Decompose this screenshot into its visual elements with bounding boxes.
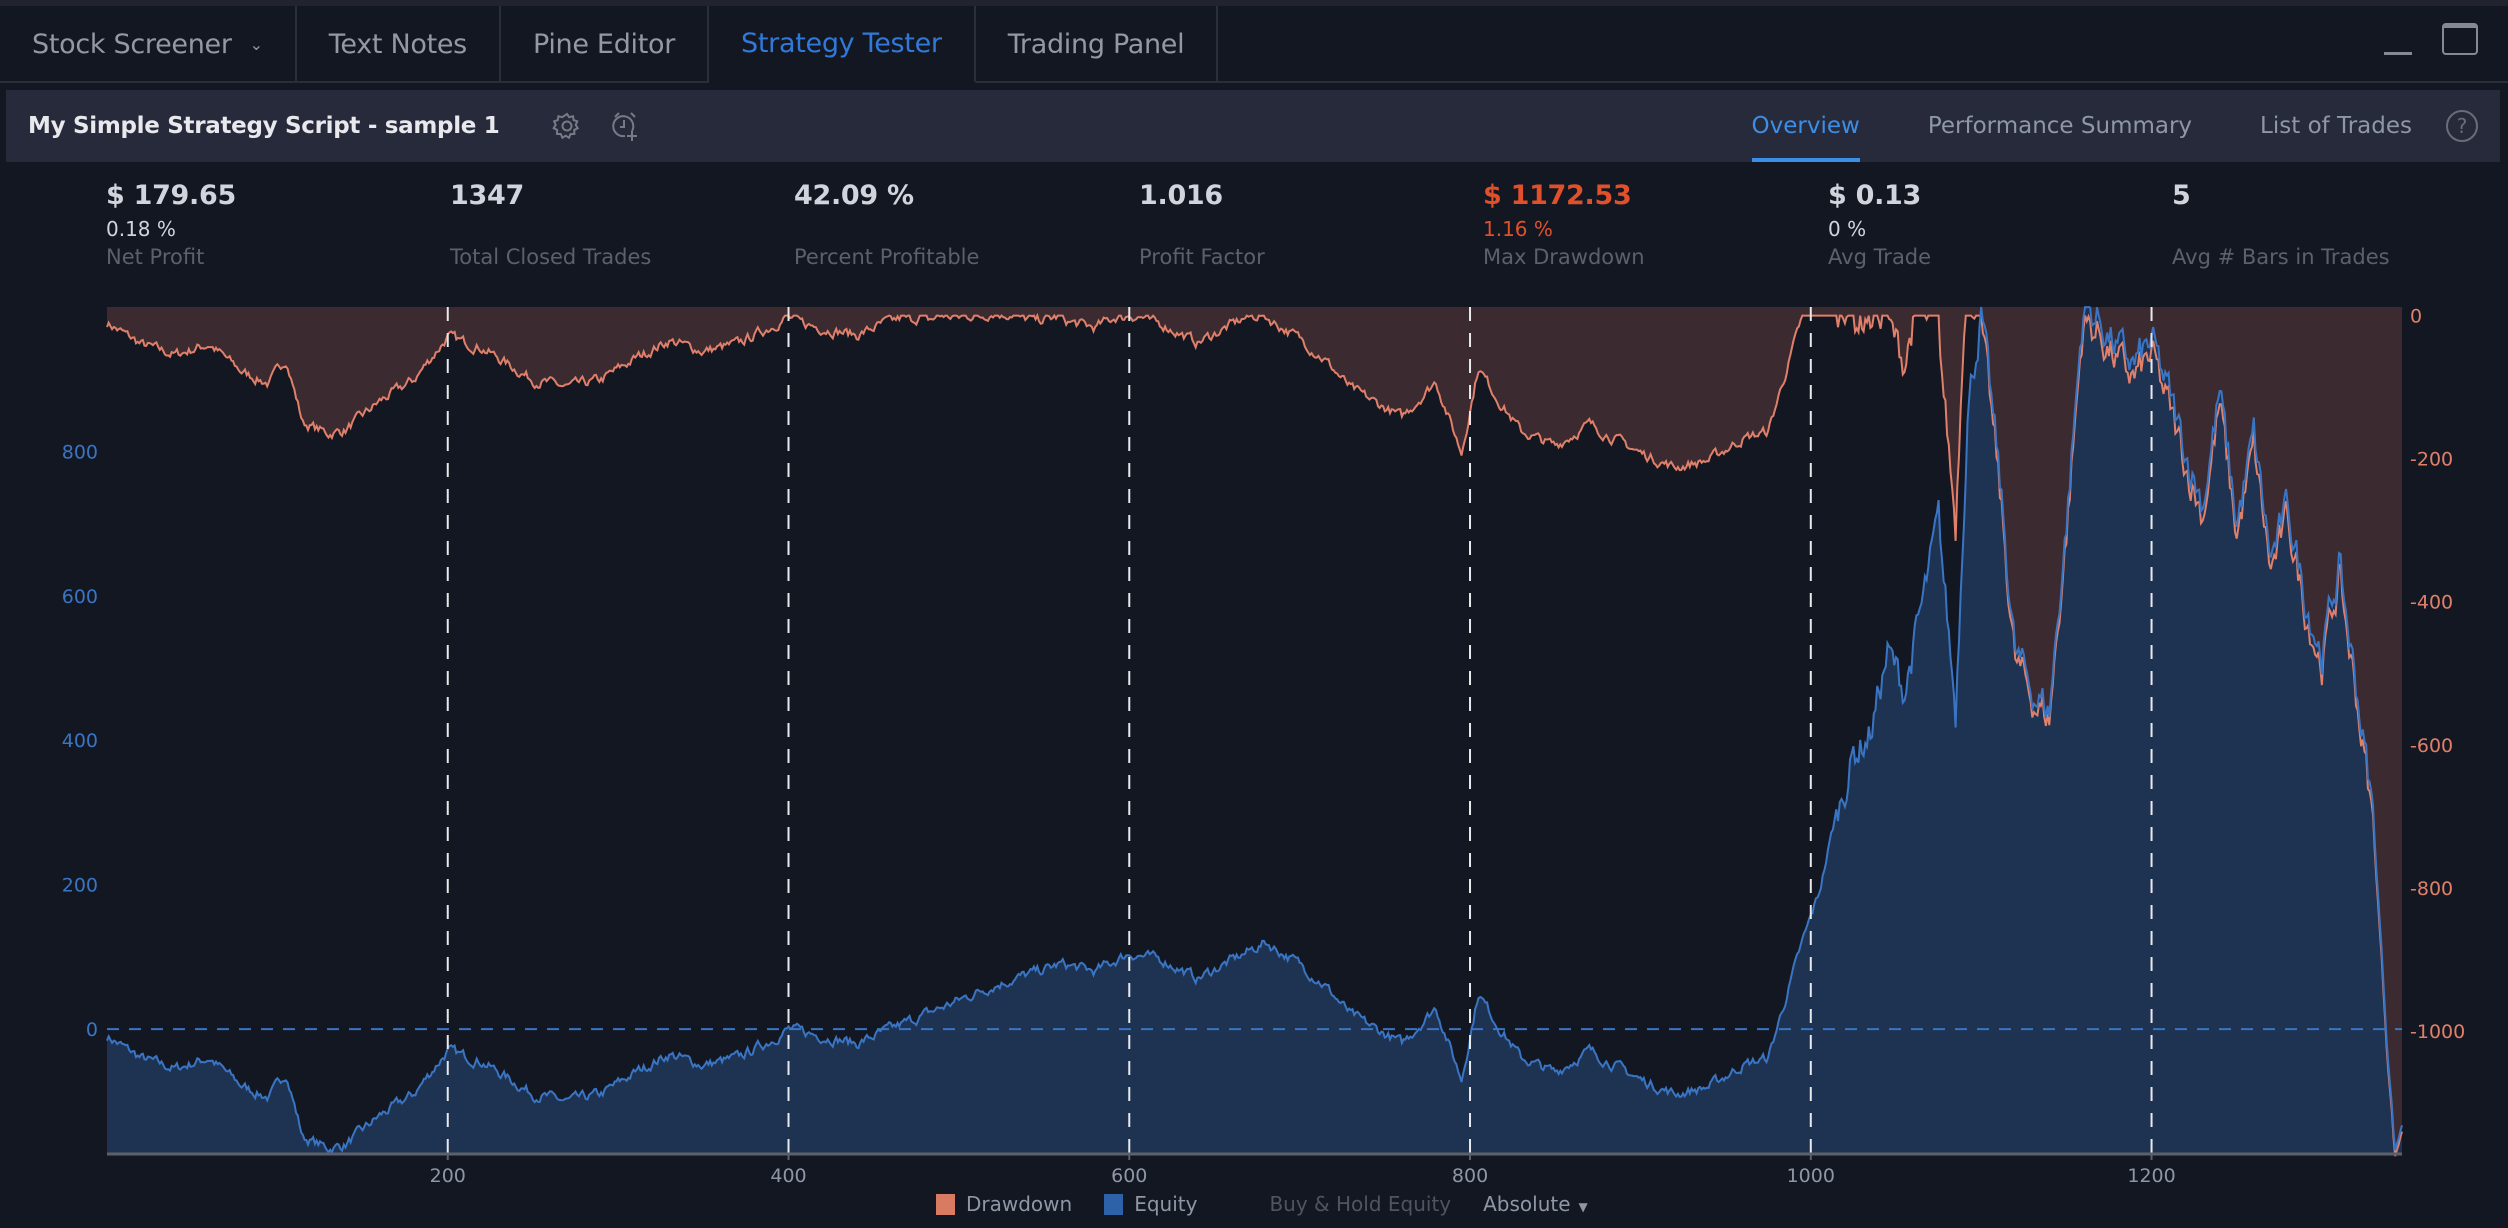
stat-value: 42.09 % bbox=[794, 180, 914, 211]
legend-label: Equity bbox=[1134, 1192, 1198, 1216]
equity-swatch bbox=[1104, 1193, 1124, 1215]
stat-label: Avg # Bars in Trades bbox=[2172, 245, 2390, 269]
tab-label: Stock Screener bbox=[32, 29, 232, 60]
stats-row: $ 179.65 0.18 % Net Profit 1347 Total Cl… bbox=[0, 180, 2508, 290]
legend-label: Buy & Hold Equity bbox=[1269, 1192, 1452, 1216]
stat-max-drawdown: $ 1172.53 1.16 % Max Drawdown bbox=[1483, 180, 1645, 269]
stat-total-closed-trades: 1347 Total Closed Trades bbox=[450, 180, 651, 269]
window-controls bbox=[2384, 22, 2478, 55]
stat-avg-trade: $ 0.13 0 % Avg Trade bbox=[1828, 180, 1931, 269]
right-tick-label: -200 bbox=[2410, 449, 2453, 471]
strategy-title: My Simple Strategy Script - sample 1 bbox=[28, 113, 500, 139]
legend-label: Drawdown bbox=[966, 1192, 1073, 1216]
subtab-performance-summary[interactable]: Performance Summary bbox=[1894, 90, 2226, 162]
left-tick-label: 0 bbox=[86, 1019, 98, 1041]
x-tick-label: 600 bbox=[1111, 1165, 1147, 1187]
stat-label: Total Closed Trades bbox=[450, 245, 652, 269]
x-tick-label: 200 bbox=[430, 1165, 466, 1187]
stat-profit-factor: 1.016 Profit Factor bbox=[1139, 180, 1265, 269]
x-tick-label: 1200 bbox=[2127, 1165, 2175, 1187]
stat-sub bbox=[794, 217, 979, 241]
mode-label: Absolute bbox=[1483, 1192, 1571, 1216]
legend-equity[interactable]: Equity bbox=[1104, 1192, 1197, 1216]
chart-legend: Drawdown Equity Buy & Hold Equity Absolu… bbox=[936, 1192, 1588, 1216]
subtab-label: Performance Summary bbox=[1927, 113, 2193, 139]
help-icon[interactable]: ? bbox=[2446, 110, 2478, 142]
tab-label: Text Notes bbox=[328, 29, 467, 60]
legend-buy-hold-equity[interactable]: Buy & Hold Equity bbox=[1269, 1192, 1451, 1216]
stat-sub bbox=[450, 217, 651, 241]
strategy-header: My Simple Strategy Script - sample 1 Ove… bbox=[6, 90, 2500, 162]
stat-value: $ 1172.53 bbox=[1483, 180, 1632, 211]
right-tick-label: -1000 bbox=[2410, 1021, 2465, 1043]
overview-tabs: Overview Performance Summary List of Tra… bbox=[1718, 90, 2500, 162]
stat-sub bbox=[2172, 217, 2390, 241]
equity-drawdown-chart[interactable]: 200 400 600 800 1000 1200 0 200 400 600 800 0 -200 -4… bbox=[0, 290, 2508, 1190]
stat-label: Percent Profitable bbox=[794, 245, 980, 269]
caret-down-icon: ▼ bbox=[1578, 1200, 1588, 1214]
panel-tabs: Stock Screener ⌄ Text Notes Pine Editor … bbox=[0, 6, 2508, 83]
tab-label: Strategy Tester bbox=[741, 28, 942, 59]
right-tick-label: -400 bbox=[2410, 592, 2453, 614]
minimize-icon[interactable] bbox=[2384, 52, 2412, 55]
gear-icon[interactable] bbox=[551, 111, 582, 141]
left-tick-label: 200 bbox=[62, 875, 98, 897]
help-wrapper: ? bbox=[2432, 90, 2500, 162]
tab-pine-editor[interactable]: Pine Editor bbox=[501, 6, 710, 83]
stat-label: Profit Factor bbox=[1139, 245, 1265, 269]
stat-sub: 0.18 % bbox=[106, 217, 176, 241]
subtab-list-of-trades[interactable]: List of Trades bbox=[2226, 90, 2432, 162]
drawdown-swatch bbox=[936, 1193, 955, 1215]
subtab-label: List of Trades bbox=[2260, 113, 2412, 139]
stat-value: 1347 bbox=[450, 180, 524, 211]
maximize-icon[interactable] bbox=[2442, 22, 2478, 55]
chevron-down-icon[interactable]: ⌄ bbox=[250, 35, 263, 54]
stat-label: Avg Trade bbox=[1828, 245, 1932, 269]
x-tick-label: 1000 bbox=[1787, 1165, 1835, 1187]
add-alert-icon[interactable] bbox=[608, 109, 642, 143]
tab-stock-screener[interactable]: Stock Screener ⌄ bbox=[0, 6, 297, 83]
subtab-label: Overview bbox=[1751, 113, 1860, 139]
stat-value: 5 bbox=[2172, 180, 2191, 211]
stat-sub: 0 % bbox=[1828, 217, 1867, 241]
tab-label: Pine Editor bbox=[532, 29, 676, 60]
right-tick-label: 0 bbox=[2410, 306, 2422, 328]
mode-dropdown[interactable]: Absolute ▼ bbox=[1483, 1192, 1588, 1216]
right-tick-label: -600 bbox=[2410, 735, 2453, 757]
x-tick-label: 400 bbox=[770, 1165, 806, 1187]
x-tick-label: 800 bbox=[1452, 1165, 1488, 1187]
left-tick-label: 600 bbox=[62, 586, 98, 608]
right-tick-label: -800 bbox=[2410, 878, 2453, 900]
tab-label: Trading Panel bbox=[1007, 29, 1185, 60]
stat-net-profit: $ 179.65 0.18 % Net Profit bbox=[106, 180, 236, 269]
left-tick-label: 800 bbox=[62, 441, 98, 463]
tab-strategy-tester[interactable]: Strategy Tester bbox=[709, 6, 976, 83]
subtab-overview[interactable]: Overview bbox=[1718, 90, 1894, 162]
tab-text-notes[interactable]: Text Notes bbox=[297, 6, 501, 83]
stat-label: Max Drawdown bbox=[1483, 245, 1645, 269]
tab-trading-panel[interactable]: Trading Panel bbox=[976, 6, 1219, 83]
stat-value: $ 0.13 bbox=[1828, 180, 1922, 211]
legend-drawdown[interactable]: Drawdown bbox=[936, 1192, 1072, 1216]
stat-value: $ 179.65 bbox=[106, 180, 236, 211]
stat-percent-profitable: 42.09 % Percent Profitable bbox=[794, 180, 979, 269]
left-tick-label: 400 bbox=[62, 730, 98, 752]
stat-avg-bars-in-trades: 5 Avg # Bars in Trades bbox=[2172, 180, 2390, 269]
stat-label: Net Profit bbox=[106, 245, 205, 269]
stat-sub: 1.16 % bbox=[1483, 217, 1553, 241]
stat-sub bbox=[1139, 217, 1265, 241]
stat-value: 1.016 bbox=[1139, 180, 1223, 211]
